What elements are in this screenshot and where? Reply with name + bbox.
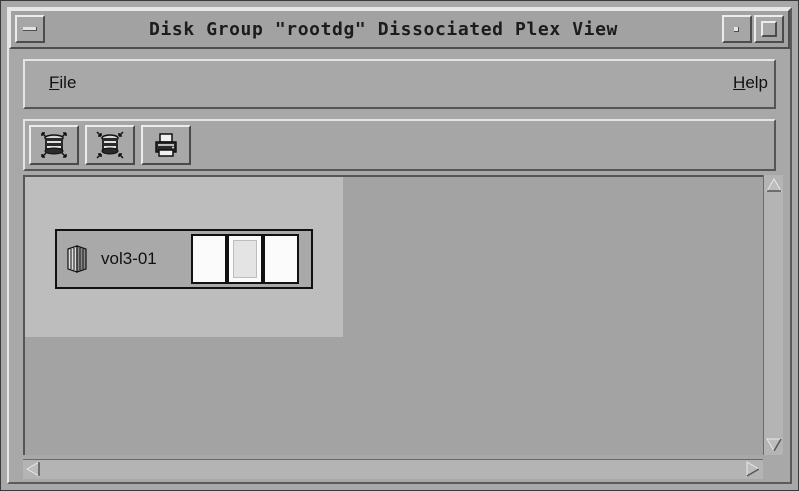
scroll-down-icon[interactable] xyxy=(766,437,782,453)
plex-selection-area: vol3-01 xyxy=(25,177,343,337)
subdisk-box[interactable] xyxy=(227,234,263,284)
subdisk-box[interactable] xyxy=(263,234,299,284)
scrollbar-corner xyxy=(763,459,783,479)
minimize-button[interactable] xyxy=(722,15,752,43)
vertical-scrollbar[interactable] xyxy=(763,175,783,455)
menu-help-mnemonic: H xyxy=(733,73,746,92)
plex-view-canvas[interactable]: vol3-01 xyxy=(23,175,763,455)
window-menu-button[interactable] xyxy=(15,15,45,43)
printer-icon xyxy=(155,133,177,157)
plex-icon xyxy=(67,245,87,273)
menu-file-mnemonic: F xyxy=(49,73,60,92)
scroll-up-icon[interactable] xyxy=(766,177,782,193)
menu-help-label: elp xyxy=(745,73,768,92)
scroll-left-icon[interactable] xyxy=(25,461,41,477)
window-menu-icon xyxy=(23,27,37,31)
menu-bar: File Help xyxy=(23,59,776,109)
maximize-button[interactable] xyxy=(754,15,784,43)
menu-file-label: ile xyxy=(59,73,77,92)
maximize-icon xyxy=(761,21,777,37)
title-bar[interactable]: Disk Group "rootdg" Dissociated Plex Vie… xyxy=(9,9,790,49)
collapse-disks-button[interactable] xyxy=(85,125,135,165)
horizontal-scrollbar[interactable] xyxy=(23,459,763,479)
minimize-icon xyxy=(734,27,739,32)
application-window: Disk Group "rootdg" Dissociated Plex Vie… xyxy=(0,0,799,491)
plex-object[interactable]: vol3-01 xyxy=(55,229,313,289)
window-title: Disk Group "rootdg" Dissociated Plex Vie… xyxy=(149,19,618,40)
plex-label: vol3-01 xyxy=(101,249,157,268)
scroll-right-icon[interactable] xyxy=(745,461,761,477)
menu-file[interactable]: File xyxy=(45,72,80,94)
subdisk-box[interactable] xyxy=(191,234,227,284)
toolbar xyxy=(23,119,776,171)
print-button[interactable] xyxy=(141,125,191,165)
disk-expand-icon xyxy=(41,132,67,158)
disk-collapse-icon xyxy=(96,131,124,159)
menu-help[interactable]: Help xyxy=(729,72,772,94)
expand-disks-button[interactable] xyxy=(29,125,79,165)
subdisk-inner xyxy=(233,240,257,278)
